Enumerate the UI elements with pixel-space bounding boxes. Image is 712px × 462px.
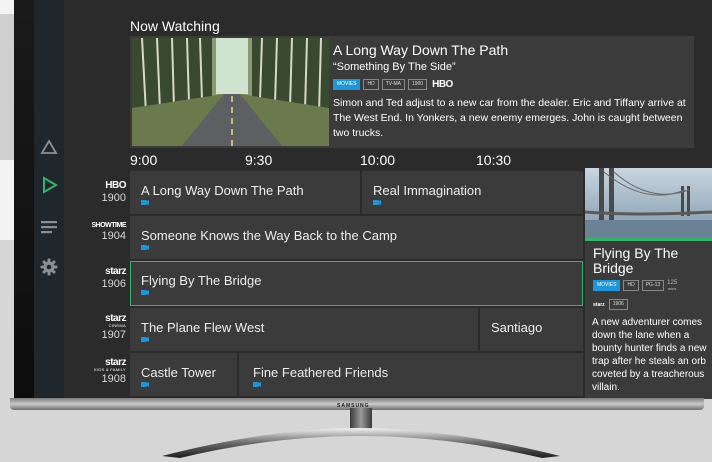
runtime-value: 125: [667, 279, 678, 286]
badge-movies: MOVIES: [333, 79, 361, 90]
program-cell[interactable]: A Long Way Down The Path: [130, 171, 360, 214]
channel-logo: SHOWTIME: [91, 222, 127, 229]
program-title: Castle Tower: [141, 365, 216, 380]
tv-stand-base: [162, 428, 560, 458]
channel-logo: starz: [105, 266, 126, 277]
channel-1907[interactable]: starz CINEMA 1907: [64, 313, 127, 341]
detail-title: Flying By The Bridge: [593, 245, 679, 276]
camera-icon: [141, 337, 149, 342]
now-watching-panel[interactable]: A Long Way Down The Path “Something By T…: [130, 36, 694, 148]
channel-number: 1906: [608, 299, 628, 310]
program-cell[interactable]: The Plane Flew West: [130, 308, 478, 351]
program-title: Real Immagination: [373, 183, 482, 198]
menu-icon[interactable]: [38, 216, 60, 238]
program-cell[interactable]: Real Immagination: [362, 171, 583, 214]
now-watching-heading: Now Watching: [130, 18, 220, 34]
channel-1900[interactable]: HBO 1900: [64, 180, 127, 204]
tv-screen: HBO 1900 SHOWTIME 1904 starz 1906 starz …: [34, 0, 712, 399]
channel-1908[interactable]: starz KIDS & FAMILY 1908: [64, 357, 127, 385]
detail-badges: MOVIES HD PG-13 125 mins: [593, 280, 677, 291]
gear-icon[interactable]: [38, 256, 60, 278]
program-cell[interactable]: Fine Feathered Friends: [239, 353, 583, 396]
time-label: 9:30: [245, 152, 273, 168]
badge-rating: TV-MA: [381, 79, 405, 90]
channel-1904[interactable]: SHOWTIME 1904: [64, 222, 127, 242]
channel-number: 1900: [101, 192, 126, 204]
now-watching-badges: MOVIES HD TV-MA 1900 HBO: [333, 79, 453, 90]
camera-icon: [141, 290, 149, 295]
channel-logo: HBO: [105, 180, 126, 191]
badge-hd: HD: [363, 79, 379, 90]
channel-number: 1906: [101, 278, 126, 290]
time-label: 10:00: [360, 152, 396, 168]
badge-channel: 1900: [407, 79, 428, 90]
program-title: Fine Feathered Friends: [253, 365, 389, 380]
camera-icon: [141, 382, 149, 387]
now-watching-episode: “Something By The Side”: [333, 61, 456, 73]
now-watching-thumbnail: [132, 38, 329, 146]
program-cell[interactable]: Santiago: [480, 308, 583, 351]
program-cell[interactable]: Castle Tower: [130, 353, 237, 396]
play-icon[interactable]: [38, 174, 60, 196]
program-detail-panel: Flying By The Bridge MOVIES HD PG-13 125…: [585, 168, 712, 399]
channel-number: 1907: [101, 329, 126, 341]
nav-rail: [34, 0, 64, 399]
tv-bezel: HBO 1900 SHOWTIME 1904 starz 1906 starz …: [14, 0, 712, 405]
program-title: A Long Way Down The Path: [141, 183, 304, 198]
now-watching-title: A Long Way Down The Path: [333, 42, 509, 58]
camera-icon: [373, 200, 381, 205]
program-cell[interactable]: Someone Knows the Way Back to the Camp: [130, 216, 583, 259]
channel-1906[interactable]: starz 1906: [64, 266, 127, 290]
badge-hd: HD: [623, 280, 639, 291]
program-cell-selected[interactable]: Flying By The Bridge: [130, 261, 583, 306]
channel-logo: starz: [593, 301, 605, 308]
channel-column: HBO 1900 SHOWTIME 1904 starz 1906 starz …: [64, 0, 130, 399]
now-watching-description: Simon and Ted adjust to a new car from t…: [333, 97, 686, 139]
channel-sublabel: KIDS & FAMILY: [93, 367, 126, 372]
channel-number: 1904: [101, 230, 126, 242]
channel-number: 1908: [101, 373, 126, 385]
channel-sublabel: CINEMA: [108, 323, 126, 328]
runtime: 125 mins: [667, 279, 678, 291]
detail-accent-bar: [585, 238, 712, 241]
runtime-unit: mins: [667, 285, 677, 291]
time-label: 9:00: [130, 152, 158, 168]
program-thumbnail: [585, 168, 712, 238]
program-title: Flying By The Bridge: [141, 273, 262, 288]
badge-rating: PG-13: [641, 280, 665, 291]
network-logo: HBO: [432, 79, 453, 90]
program-title: Santiago: [491, 320, 543, 335]
camera-icon: [253, 382, 261, 387]
time-label: 10:30: [476, 152, 512, 168]
detail-channel: starz 1906: [593, 299, 628, 310]
camera-icon: [141, 200, 149, 205]
triangle-icon[interactable]: [38, 136, 60, 158]
program-title: Someone Knows the Way Back to the Camp: [141, 228, 398, 243]
badge-movies: MOVIES: [593, 280, 621, 291]
camera-icon: [141, 245, 149, 250]
program-title: The Plane Flew West: [141, 320, 265, 335]
detail-description: A new adventurer comes down the lane whe…: [592, 317, 707, 393]
